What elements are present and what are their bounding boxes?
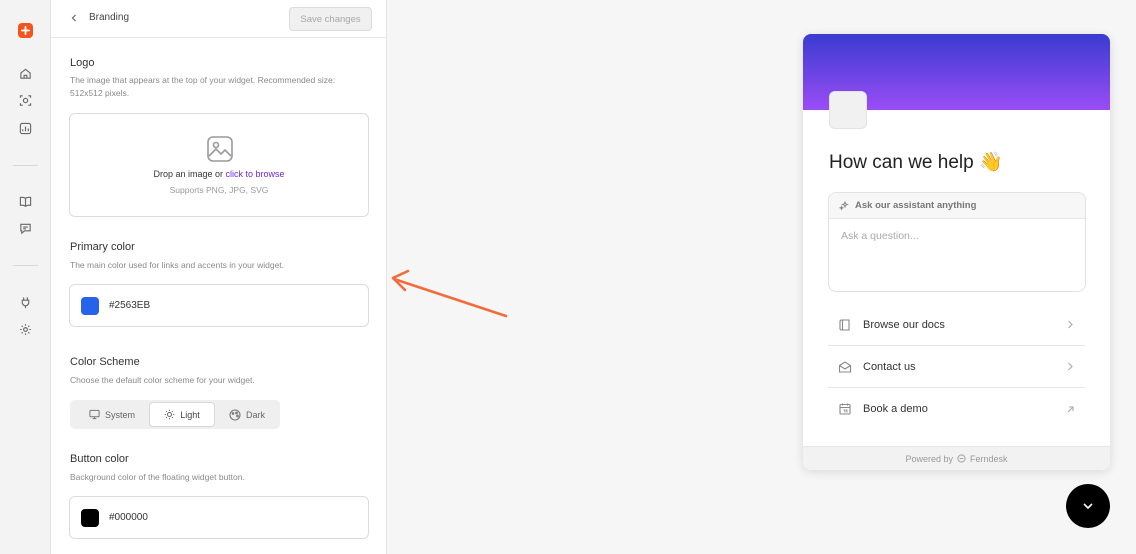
button-color-field[interactable]: #000000	[69, 496, 369, 539]
primary-color-description: The main color used for links and accent…	[70, 260, 285, 270]
chart-icon[interactable]	[18, 121, 33, 136]
save-changes-button[interactable]: Save changes	[289, 7, 372, 31]
sparkle-icon	[839, 200, 849, 211]
link-book-demo[interactable]: Book a demo	[828, 388, 1085, 430]
scheme-option-dark[interactable]: Dark	[218, 402, 276, 427]
calendar-icon	[838, 402, 852, 416]
button-color-title: Button color	[70, 453, 129, 465]
link-label: Book a demo	[863, 403, 928, 415]
palette-icon	[229, 408, 241, 421]
rail-divider	[13, 265, 38, 266]
home-icon[interactable]	[18, 66, 33, 81]
color-scheme-title: Color Scheme	[70, 356, 140, 368]
primary-color-field[interactable]: #2563EB	[69, 284, 369, 327]
primary-color-value: #2563EB	[109, 300, 151, 311]
button-color-description: Background color of the floating widget …	[70, 472, 245, 482]
widget-title: How can we help 👋	[829, 152, 1003, 173]
book-icon[interactable]	[18, 194, 33, 209]
monitor-icon	[89, 409, 100, 420]
mail-icon	[838, 360, 852, 374]
ferndesk-brand: Ferndesk	[970, 453, 1008, 464]
color-scheme-section: Color Scheme Choose the default color sc…	[70, 356, 370, 387]
scheme-option-label: Dark	[245, 409, 265, 420]
browse-link[interactable]: click to browse	[226, 169, 285, 179]
scheme-option-label: Light	[180, 409, 200, 420]
image-icon	[206, 135, 234, 163]
color-scheme-description: Choose the default color scheme for your…	[70, 375, 255, 385]
color-scheme-selector: System Light Dark	[70, 400, 280, 429]
sun-icon	[164, 409, 175, 420]
dropzone-text: Drop an image or click to browse	[70, 169, 368, 179]
brand-logo-icon[interactable]	[18, 23, 33, 38]
gear-icon[interactable]	[18, 322, 33, 337]
message-icon[interactable]	[18, 221, 33, 236]
panel-header: Branding Save changes	[51, 0, 386, 38]
icon-rail	[0, 0, 51, 554]
widget-links: Browse our docs Contact us Book a demo	[828, 304, 1085, 430]
supported-formats: Supports PNG, JPG, SVG	[169, 185, 269, 195]
branding-settings-panel: Branding Save changes Logo The image tha…	[51, 0, 387, 554]
book-icon	[838, 318, 852, 332]
widget-footer: Powered by Ferndesk	[803, 446, 1110, 470]
link-label: Contact us	[863, 360, 916, 373]
scheme-option-system[interactable]: System	[76, 402, 148, 427]
widget-logo-placeholder	[829, 91, 867, 129]
back-chevron-icon[interactable]	[68, 12, 80, 24]
button-color-swatch[interactable]	[81, 509, 99, 527]
annotation-arrow-icon	[391, 269, 508, 318]
button-color-value: #000000	[109, 512, 148, 523]
rail-divider	[13, 165, 38, 166]
logo-section: Logo The image that appears at the top o…	[70, 57, 370, 100]
assistant-box: Ask our assistant anything Ask a questio…	[828, 192, 1086, 292]
scan-face-icon[interactable]	[18, 93, 33, 108]
primary-color-title: Primary color	[70, 241, 135, 253]
link-browse-docs[interactable]: Browse our docs	[828, 304, 1085, 346]
widget-preview: How can we help 👋 Ask our assistant anyt…	[803, 34, 1110, 470]
chevron-right-icon	[1065, 320, 1075, 330]
powered-by-label: Powered by	[905, 453, 953, 464]
chevron-down-icon	[1083, 503, 1093, 510]
ferndesk-logo-icon	[957, 454, 966, 463]
assistant-header-label: Ask our assistant anything	[855, 200, 977, 211]
chevron-right-icon	[1065, 362, 1075, 372]
assistant-header: Ask our assistant anything	[829, 193, 1085, 219]
question-input[interactable]: Ask a question...	[841, 230, 919, 242]
scheme-option-light[interactable]: Light	[149, 402, 215, 427]
logo-dropzone[interactable]: Drop an image or click to browse Support…	[69, 113, 369, 217]
primary-color-section: Primary color The main color used for li…	[70, 241, 370, 272]
button-color-section: Button color Background color of the flo…	[70, 453, 370, 484]
link-contact-us[interactable]: Contact us	[828, 346, 1085, 388]
page-title: Branding	[89, 12, 130, 23]
scheme-option-label: System	[104, 409, 135, 420]
floating-widget-button[interactable]	[1066, 484, 1110, 528]
plug-icon[interactable]	[18, 295, 33, 310]
logo-description: The image that appears at the top of you…	[70, 75, 336, 98]
arrow-up-right-icon	[1065, 404, 1075, 414]
primary-color-swatch[interactable]	[81, 297, 99, 315]
drop-text: Drop an image or	[153, 169, 226, 179]
logo-title: Logo	[70, 57, 95, 69]
link-label: Browse our docs	[863, 318, 945, 331]
